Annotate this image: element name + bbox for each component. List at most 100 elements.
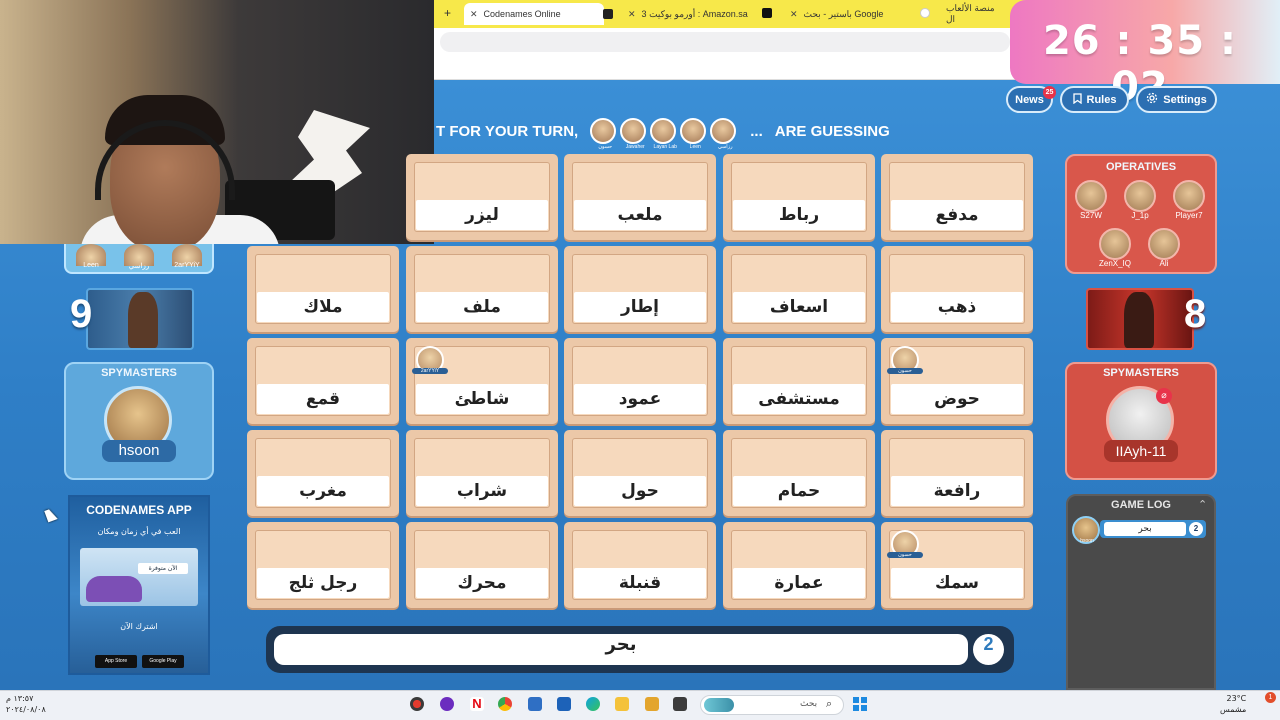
red-score: 8 xyxy=(1184,292,1207,336)
word-card-label: رافعة xyxy=(891,476,1023,506)
motorbike-icon xyxy=(86,576,142,602)
webcam-overlay xyxy=(0,0,434,244)
word-card[interactable]: عمارة xyxy=(723,522,875,608)
operative-name: Ali xyxy=(1159,259,1169,268)
word-card[interactable]: ليزر xyxy=(406,154,558,240)
tab-amazon[interactable]: ✕ أورمو بوكيت 3 : Amazon.sa xyxy=(622,3,782,25)
word-card[interactable]: مغرب xyxy=(247,430,399,516)
search-highlight-image xyxy=(704,698,734,712)
taskbar-weather[interactable]: 23°C مشمس xyxy=(1220,693,1246,715)
outlook-icon[interactable] xyxy=(528,697,542,711)
search-icon: ⌕ xyxy=(826,697,833,710)
word-card[interactable]: محرك xyxy=(406,522,558,608)
chrome-icon[interactable] xyxy=(498,697,512,711)
card-vote-marker: حسون xyxy=(887,346,923,374)
windows-start-icon[interactable] xyxy=(853,697,867,711)
word-card[interactable]: قمع xyxy=(247,338,399,424)
word-card-label: ملاك xyxy=(257,292,389,322)
banner-player-avatar: Jawaher xyxy=(620,118,647,150)
word-card[interactable]: قنبلة xyxy=(564,522,716,608)
app-icon[interactable] xyxy=(410,697,424,711)
word-card[interactable]: رافعة xyxy=(881,430,1033,516)
card-vote-marker: حسون xyxy=(887,530,923,558)
operative-name: S27W xyxy=(1080,211,1102,220)
ad-pill: الآن متوفرة xyxy=(138,563,188,574)
tab-codenames[interactable]: ✕ Codenames Online xyxy=(464,3,604,25)
word-card[interactable]: مستشفى xyxy=(723,338,875,424)
tab-label: باستير - بحث Google xyxy=(803,8,884,19)
word-card-label: مدفع xyxy=(891,200,1023,230)
obs-icon[interactable] xyxy=(440,697,454,711)
word-card[interactable]: ملف xyxy=(406,246,558,332)
word-card[interactable]: ملاك xyxy=(247,246,399,332)
word-card[interactable]: عمود xyxy=(564,338,716,424)
edge-icon[interactable] xyxy=(586,697,600,711)
word-card-label: سمك xyxy=(891,568,1023,598)
word-card-label: رباط xyxy=(733,200,865,230)
word-card[interactable]: شراب xyxy=(406,430,558,516)
clue-word: بحر xyxy=(274,634,968,665)
app-icon[interactable] xyxy=(673,697,687,711)
close-icon[interactable]: ✕ xyxy=(628,9,636,20)
blue-spymasters-title: SPYMASTERS xyxy=(101,367,177,379)
word-card[interactable]: ملعب xyxy=(564,154,716,240)
tab-label: أورمو بوكيت 3 : Amazon.sa xyxy=(641,8,748,19)
ad-download-text: اشترك الآن xyxy=(120,622,158,631)
chevron-up-icon[interactable]: ⌃ xyxy=(1198,498,1207,511)
word-card-label: ليزر xyxy=(416,200,548,230)
operative-name: Leen xyxy=(83,262,99,269)
rules-button[interactable]: Rules xyxy=(1060,86,1129,113)
clue-number: 2 xyxy=(973,634,1004,665)
app-store-badge[interactable]: App Store xyxy=(95,655,137,668)
word-card-label: ملف xyxy=(416,292,548,322)
weather-desc: مشمس xyxy=(1220,705,1247,714)
bookmark-icon xyxy=(1072,92,1082,107)
netflix-icon[interactable]: N xyxy=(470,697,484,711)
word-card[interactable]: اسعاف xyxy=(723,246,875,332)
word-card[interactable]: رباط xyxy=(723,154,875,240)
settings-label: Settings xyxy=(1163,93,1207,106)
word-card[interactable]: إطار xyxy=(564,246,716,332)
close-icon[interactable]: ✕ xyxy=(790,9,798,20)
taskbar-clock: ١٣:٥٧ م ٢٠٢٤/٠٨/٠٨ xyxy=(6,693,46,715)
tab-google[interactable]: ✕ باستير - بحث Google xyxy=(784,3,934,25)
ad-subtitle: العب في أي زمان ومكان xyxy=(97,527,181,536)
operative-name: Player7 xyxy=(1175,211,1203,220)
word-card-label: اسعاف xyxy=(733,292,865,322)
word-card[interactable]: مدفع xyxy=(881,154,1033,240)
notification-badge[interactable]: 1 xyxy=(1265,692,1276,703)
word-card-label: إطار xyxy=(574,292,706,322)
word-card[interactable]: حول xyxy=(564,430,716,516)
operative-avatar xyxy=(1124,180,1156,212)
word-card-label: ملعب xyxy=(574,200,706,230)
word-card[interactable]: ذهب xyxy=(881,246,1033,332)
google-play-badge[interactable]: Google Play xyxy=(142,655,184,668)
word-card[interactable]: حمام xyxy=(723,430,875,516)
game-log-title: GAME LOG xyxy=(1111,499,1171,511)
address-input[interactable] xyxy=(440,32,1010,52)
clock-date: ٢٠٢٤/٠٨/٠٨ xyxy=(6,705,46,714)
clock-time: ١٣:٥٧ م xyxy=(6,694,34,703)
news-label: News xyxy=(1015,93,1044,106)
banner-player-avatar: Layan Lab xyxy=(650,118,677,150)
red-agent-figure xyxy=(1124,292,1154,348)
settings-button[interactable]: Settings xyxy=(1136,86,1217,113)
word-card[interactable]: رجل ثلج xyxy=(247,522,399,608)
blue-score: 9 xyxy=(70,292,93,336)
banner-player-avatar: رزاسي xyxy=(710,118,737,150)
word-card[interactable]: حسون سمك xyxy=(881,522,1033,608)
word-card[interactable]: 2arYYiY شاطئ xyxy=(406,338,558,424)
log-clue-word: بحر xyxy=(1104,522,1186,536)
app-icon[interactable] xyxy=(645,697,659,711)
new-tab-button[interactable]: + xyxy=(444,6,451,20)
operative-avatar xyxy=(1075,180,1107,212)
close-icon[interactable]: ✕ xyxy=(470,9,478,20)
operative-name: ZenX_IQ xyxy=(1098,259,1131,268)
folder-icon[interactable] xyxy=(615,697,629,711)
operative-avatar xyxy=(1099,228,1131,260)
word-card-label: مستشفى xyxy=(733,384,865,414)
word-card[interactable]: حسون حوض xyxy=(881,338,1033,424)
word-card-label: عمود xyxy=(574,384,706,414)
store-icon[interactable] xyxy=(557,697,571,711)
tab-platform[interactable]: منصة الألعاب ال xyxy=(940,3,1010,25)
